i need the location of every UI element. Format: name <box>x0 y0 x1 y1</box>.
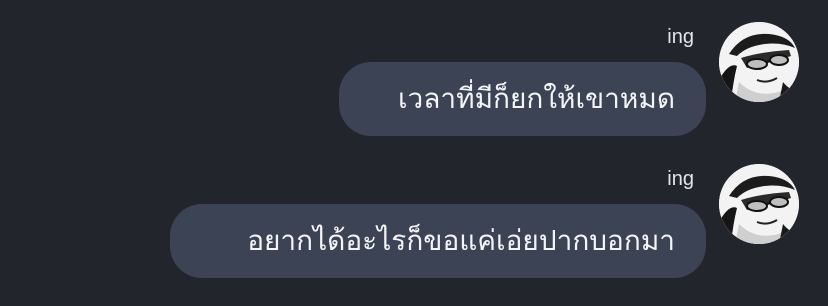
message-text: เวลาที่มีก็ยกให้เขาหมด <box>397 82 675 115</box>
message-bubble[interactable]: เวลาที่มีก็ยกให้เขาหมด <box>339 62 706 136</box>
user-avatar-icon[interactable] <box>719 22 799 102</box>
sender-name: ing <box>667 168 694 190</box>
avatar-illustration <box>719 164 799 244</box>
user-avatar-icon[interactable] <box>719 164 799 244</box>
sender-name: ing <box>667 26 694 48</box>
message-text: อยากได้อะไรก็ขอแค่เอ่ยปากบอกมา <box>247 224 675 257</box>
message-bubble[interactable]: อยากได้อะไรก็ขอแค่เอ่ยปากบอกมา <box>170 204 706 278</box>
avatar-illustration <box>719 22 799 102</box>
